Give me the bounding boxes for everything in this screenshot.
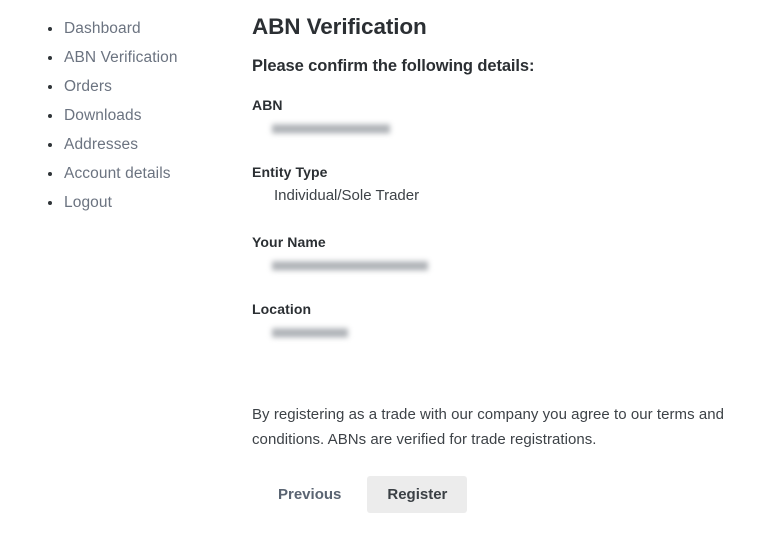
form-actions: Previous Register (252, 476, 752, 513)
sidebar-item-label[interactable]: Logout (64, 194, 112, 211)
field-entity-type: Entity Type Individual/Sole Trader (252, 163, 752, 206)
field-label-abn: ABN (252, 97, 283, 113)
sidebar-item-label[interactable]: Account details (64, 165, 171, 182)
main-content: ABN Verification Please confirm the foll… (252, 0, 752, 513)
field-value-entity-type: Individual/Sole Trader (274, 187, 420, 204)
redaction-bar (272, 327, 348, 338)
bullet-icon (48, 200, 52, 205)
sidebar-item-label[interactable]: Dashboard (64, 20, 141, 37)
sidebar-item-account-details[interactable]: Account details (0, 159, 240, 188)
sidebar-item-dashboard[interactable]: Dashboard (0, 14, 240, 43)
sidebar-item-logout[interactable]: Logout (0, 188, 240, 217)
previous-button[interactable]: Previous (264, 477, 355, 512)
redaction-bar (272, 260, 428, 271)
field-value-your-name-redacted (272, 260, 752, 273)
field-label-location: Location (252, 301, 312, 317)
field-abn: ABN (252, 96, 752, 136)
sidebar-item-label[interactable]: ABN Verification (64, 49, 178, 66)
sidebar-item-list: Dashboard ABN Verification Orders Downlo… (0, 14, 240, 217)
confirm-details-subtitle: Please confirm the following details: (252, 57, 535, 75)
redaction-bar (272, 123, 390, 134)
bullet-icon (48, 84, 52, 89)
sidebar-item-abn-verification[interactable]: ABN Verification (0, 43, 240, 72)
sidebar-item-label[interactable]: Orders (64, 78, 112, 95)
sidebar-item-addresses[interactable]: Addresses (0, 130, 240, 159)
sidebar-item-orders[interactable]: Orders (0, 72, 240, 101)
terms-paragraph: By registering as a trade with our compa… (252, 406, 725, 448)
bullet-icon (48, 171, 52, 176)
field-label-your-name: Your Name (252, 234, 326, 250)
abn-verification-page: Dashboard ABN Verification Orders Downlo… (0, 0, 768, 533)
sidebar-item-label[interactable]: Addresses (64, 136, 138, 153)
field-location: Location (252, 300, 752, 340)
field-label-entity-type: Entity Type (252, 164, 328, 180)
field-value-location-redacted (272, 327, 752, 340)
sidebar-item-downloads[interactable]: Downloads (0, 101, 240, 130)
account-sidebar-nav: Dashboard ABN Verification Orders Downlo… (0, 0, 240, 217)
bullet-icon (48, 26, 52, 31)
bullet-icon (48, 113, 52, 118)
bullet-icon (48, 55, 52, 60)
register-button[interactable]: Register (367, 476, 468, 513)
field-your-name: Your Name (252, 233, 752, 273)
page-title: ABN Verification (252, 14, 427, 39)
field-value-abn-redacted (272, 123, 752, 136)
sidebar-item-label[interactable]: Downloads (64, 107, 142, 124)
bullet-icon (48, 142, 52, 147)
